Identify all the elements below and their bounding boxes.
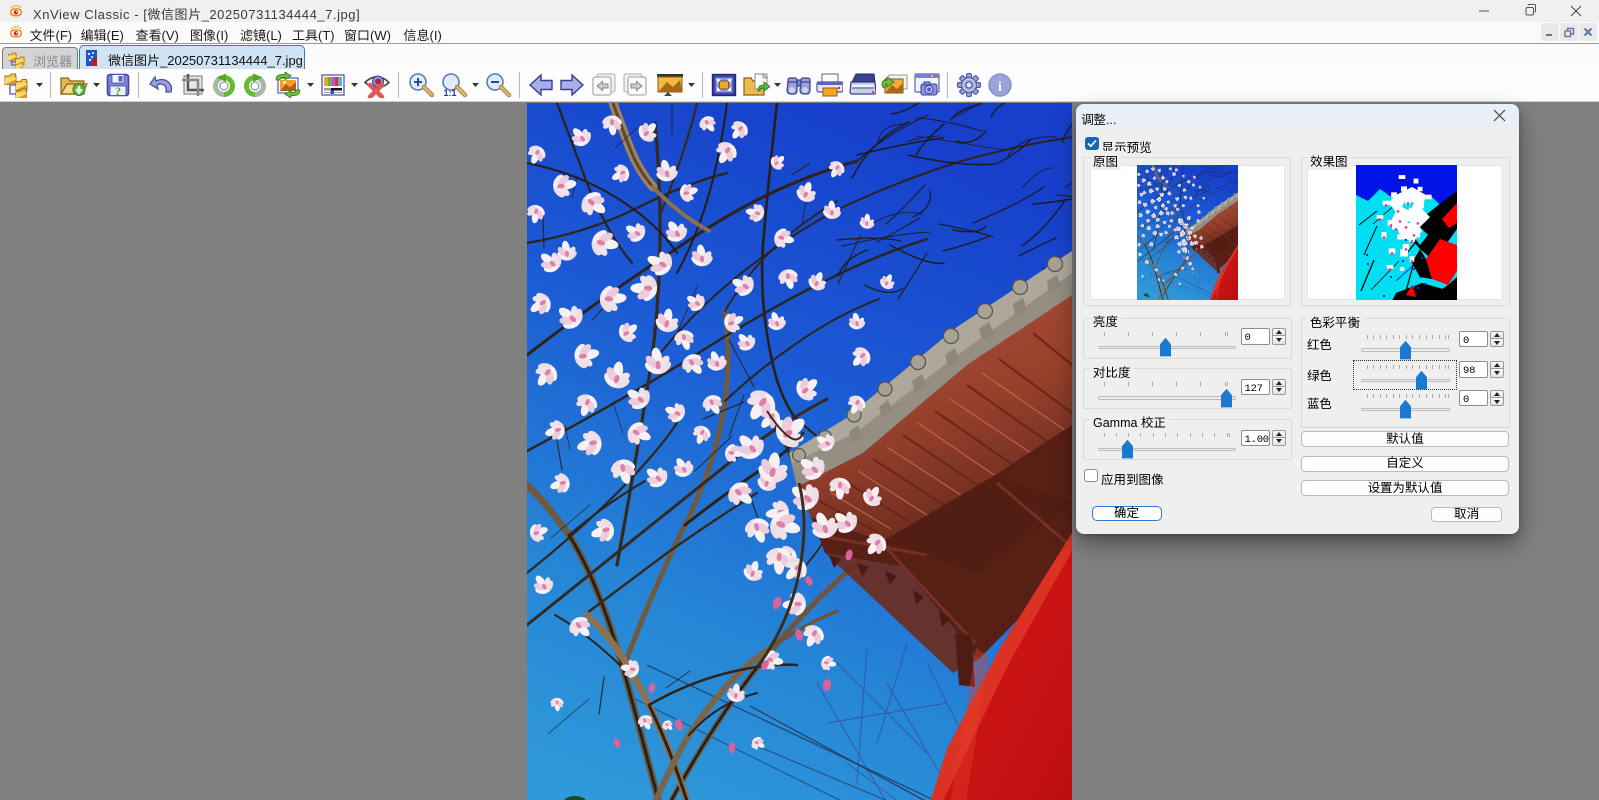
svg-text:i: i [998, 80, 1002, 95]
svg-text:?: ? [115, 84, 121, 98]
svg-text:1:1: 1:1 [443, 88, 456, 98]
